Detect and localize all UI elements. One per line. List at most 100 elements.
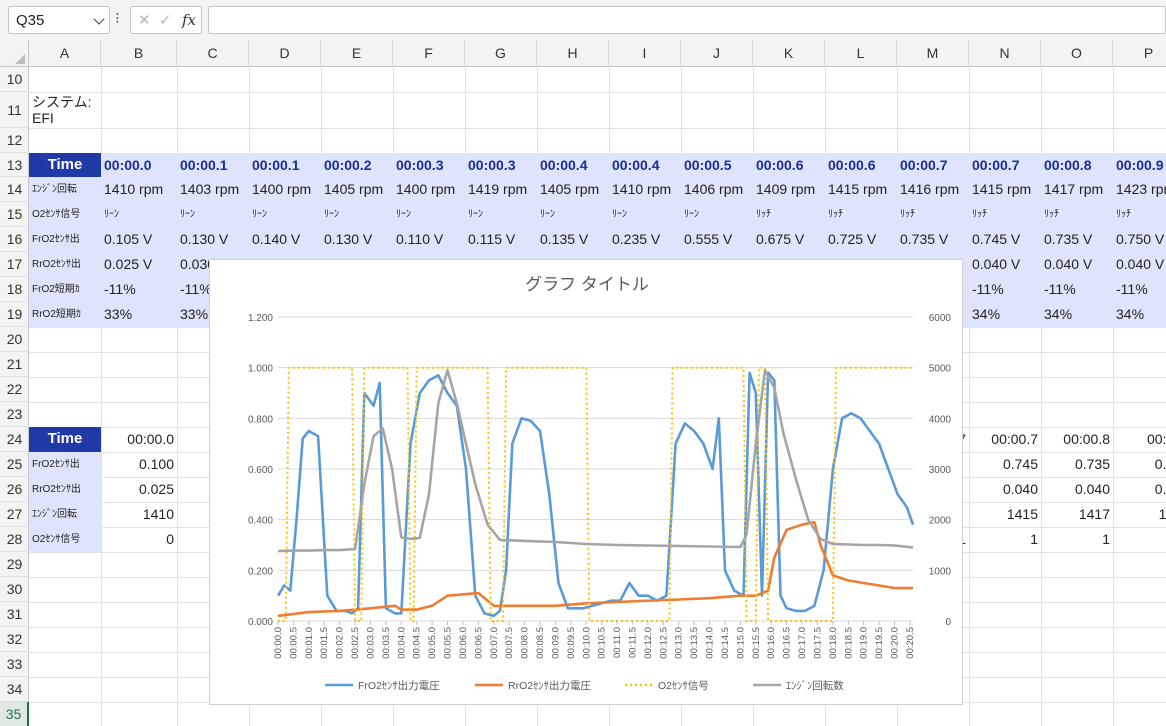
table2-time-cell[interactable]: 00:00.8 [1041, 427, 1113, 452]
table1-o2-cell[interactable]: ﾘｰﾝ [321, 202, 393, 227]
table1-time-cell[interactable]: 00:00.6 [753, 153, 825, 177]
cancel-icon[interactable]: ✕ [138, 11, 151, 29]
table1-rro2-cell[interactable]: 0.025 V [101, 252, 177, 277]
table1-time-cell[interactable]: 00:00.0 [101, 153, 177, 177]
table1-o2-cell[interactable]: ﾘｰﾝ [393, 202, 465, 227]
table2-fr-cell[interactable]: 0.745 [969, 452, 1041, 477]
table1-time-cell[interactable]: 00:00.9 [1113, 153, 1166, 177]
table1-frtrim-cell[interactable]: -11% [1041, 277, 1113, 302]
table1-fro2-cell[interactable]: 0.235 V [609, 227, 681, 252]
table1-rro2-cell[interactable]: 0.040 V [1041, 252, 1113, 277]
table1-o2-cell[interactable]: ﾘｯﾁ [825, 202, 897, 227]
table1-rpm-cell[interactable]: 1406 rpm [681, 177, 753, 202]
row-header-31[interactable]: 31 [0, 602, 29, 627]
table1-o2-cell[interactable]: ﾘｰﾝ [537, 202, 609, 227]
table1-o2-cell[interactable]: ﾘｰﾝ [249, 202, 321, 227]
table1-rrtrim-cell[interactable]: 34% [969, 302, 1041, 327]
table1-o2-cell[interactable]: ﾘｰﾝ [465, 202, 537, 227]
table1-o2-cell[interactable]: ﾘｯﾁ [1041, 202, 1113, 227]
table1-fro2-cell[interactable]: 0.745 V [969, 227, 1041, 252]
table1-rrtrim-cell[interactable]: 34% [1041, 302, 1113, 327]
insert-function-icon[interactable]: fx [182, 11, 196, 29]
table1-row-label[interactable]: RrO2短期ｶ [29, 302, 101, 327]
table1-fro2-cell[interactable]: 0.750 V [1113, 227, 1166, 252]
table1-fro2-cell[interactable]: 0.135 V [537, 227, 609, 252]
column-header-H[interactable]: H [537, 40, 609, 67]
row-header-34[interactable]: 34 [0, 677, 29, 702]
column-header-O[interactable]: O [1041, 40, 1113, 67]
table1-fro2-cell[interactable]: 0.555 V [681, 227, 753, 252]
table1-o2-cell[interactable]: ﾘｯﾁ [969, 202, 1041, 227]
table1-fro2-cell[interactable]: 0.130 V [321, 227, 393, 252]
table2-time-cell[interactable]: 00:00.7 [969, 427, 1041, 452]
name-box[interactable]: Q35 [8, 6, 110, 34]
table2-time-cell[interactable]: 00:00.0 [101, 427, 177, 452]
row-header-19[interactable]: 19 [0, 302, 29, 327]
table2-rr-cell[interactable]: 0.025 [101, 477, 177, 502]
table1-time-cell[interactable]: 00:00.2 [321, 153, 393, 177]
table1-time-cell[interactable]: 00:00.7 [897, 153, 969, 177]
table1-fro2-cell[interactable]: 0.105 V [101, 227, 177, 252]
row-header-11[interactable]: 11 [0, 92, 29, 128]
table2-fr-cell[interactable]: 0.735 [1041, 452, 1113, 477]
row-header-17[interactable]: 17 [0, 252, 29, 277]
table1-rpm-cell[interactable]: 1415 rpm [825, 177, 897, 202]
table1-rpm-cell[interactable]: 1405 rpm [537, 177, 609, 202]
table2-time-cell[interactable]: 00:00 [1113, 427, 1166, 452]
more-options-icon[interactable]: ⁝ [115, 9, 120, 27]
table1-rpm-cell[interactable]: 1400 rpm [393, 177, 465, 202]
table1-rro2-cell[interactable]: 0.040 V [1113, 252, 1166, 277]
table1-fro2-cell[interactable]: 0.675 V [753, 227, 825, 252]
table2-rpm-cell[interactable]: 1415 [969, 502, 1041, 527]
table2-row-label[interactable]: ｴﾝｼﾞﾝ回転 [29, 502, 101, 527]
column-header-M[interactable]: M [897, 40, 969, 67]
table1-rro2-cell[interactable]: 0.040 V [969, 252, 1041, 277]
confirm-icon[interactable]: ✓ [159, 11, 172, 29]
system-label[interactable]: システム: [29, 94, 101, 111]
table1-o2-cell[interactable]: ﾘｯﾁ [753, 202, 825, 227]
table1-time-cell[interactable]: 00:00.7 [969, 153, 1041, 177]
table1-time-cell[interactable]: 00:00.5 [681, 153, 753, 177]
table1-fro2-cell[interactable]: 0.110 V [393, 227, 465, 252]
table1-rpm-cell[interactable]: 1400 rpm [249, 177, 321, 202]
row-header-21[interactable]: 21 [0, 352, 29, 377]
column-header-K[interactable]: K [753, 40, 825, 67]
column-header-P[interactable]: P [1113, 40, 1166, 67]
table1-o2-cell[interactable]: ﾘｯﾁ [1113, 202, 1166, 227]
table1-fro2-cell[interactable]: 0.735 V [897, 227, 969, 252]
row-header-26[interactable]: 26 [0, 477, 29, 502]
table1-time-cell[interactable]: 00:00.1 [249, 153, 321, 177]
table1-row-label[interactable]: ｴﾝｼﾞﾝ回転 [29, 177, 101, 202]
row-header-27[interactable]: 27 [0, 502, 29, 527]
table1-rpm-cell[interactable]: 1410 rpm [101, 177, 177, 202]
table1-rpm-cell[interactable]: 1405 rpm [321, 177, 393, 202]
row-header-20[interactable]: 20 [0, 327, 29, 352]
table1-rpm-cell[interactable]: 1409 rpm [753, 177, 825, 202]
table2-row-label[interactable]: FrO2ｾﾝｻ出 [29, 452, 101, 477]
table1-fro2-cell[interactable]: 0.130 V [177, 227, 249, 252]
table1-time-cell[interactable]: 00:00.3 [393, 153, 465, 177]
row-header-15[interactable]: 15 [0, 202, 29, 227]
column-header-D[interactable]: D [249, 40, 321, 67]
table1-o2-cell[interactable]: ﾘｰﾝ [609, 202, 681, 227]
table1-rpm-cell[interactable]: 1423 rpm [1113, 177, 1166, 202]
table1-row-label[interactable]: O2ｾﾝｻ信号 [29, 202, 101, 227]
table1-time-cell[interactable]: 00:00.1 [177, 153, 249, 177]
table1-time-cell[interactable]: 00:00.6 [825, 153, 897, 177]
table1-row-label[interactable]: FrO2短期ｶ [29, 277, 101, 302]
row-header-23[interactable]: 23 [0, 402, 29, 427]
table2-rr-cell[interactable]: 0.040 [969, 477, 1041, 502]
row-header-32[interactable]: 32 [0, 627, 29, 652]
system-value[interactable]: EFI [29, 111, 101, 126]
column-header-A[interactable]: A [29, 40, 101, 67]
table1-fro2-cell[interactable]: 0.140 V [249, 227, 321, 252]
table1-rpm-cell[interactable]: 1419 rpm [465, 177, 537, 202]
column-header-G[interactable]: G [465, 40, 537, 67]
column-header-J[interactable]: J [681, 40, 753, 67]
table1-time-cell[interactable]: 00:00.3 [465, 153, 537, 177]
table1-rpm-cell[interactable]: 1417 rpm [1041, 177, 1113, 202]
table2-rpm-cell[interactable]: 1410 [101, 502, 177, 527]
table1-rpm-cell[interactable]: 1415 rpm [969, 177, 1041, 202]
row-header-13[interactable]: 13 [0, 153, 29, 177]
row-header-33[interactable]: 33 [0, 652, 29, 677]
